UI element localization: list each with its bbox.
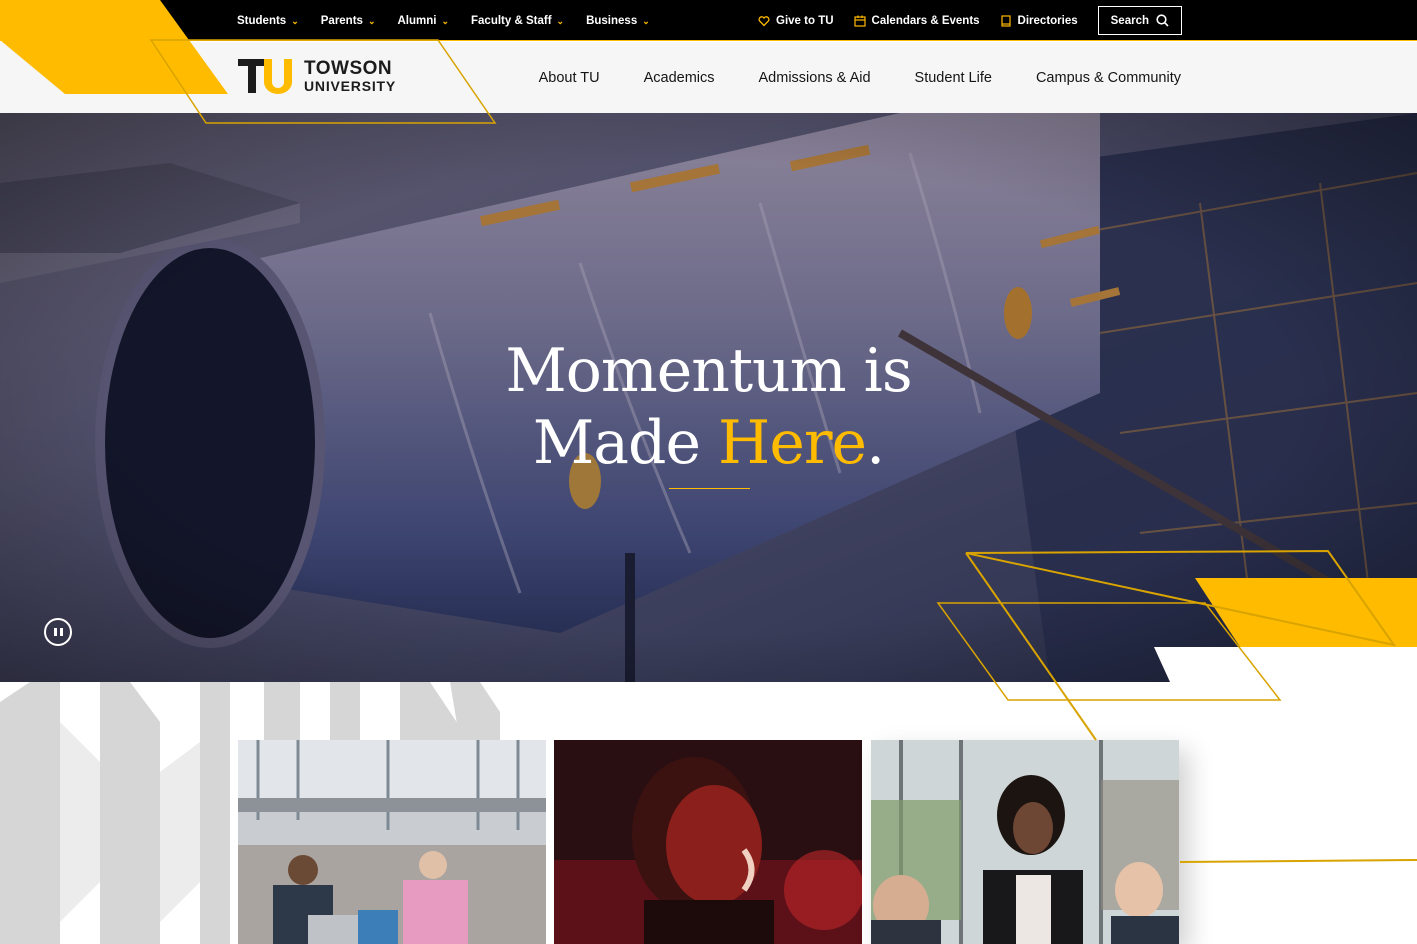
photo-card-student-laughing[interactable] (554, 740, 862, 944)
nav-campus-community[interactable]: Campus & Community (1036, 70, 1181, 86)
hero-headline-highlight: Here (718, 408, 867, 478)
pause-video-button[interactable] (44, 618, 72, 646)
chevron-down-icon: ⌄ (642, 16, 650, 26)
towson-logo[interactable]: TOWSON UNIVERSITY (238, 58, 396, 94)
homepage: Students ⌄ Parents ⌄ Alumni ⌄ Faculty & Sta… (0, 0, 1417, 944)
logo-line-1: TOWSON (304, 58, 393, 79)
utility-bar: Students ⌄ Parents ⌄ Alumni ⌄ Faculty & Sta… (0, 0, 1417, 41)
directories-link[interactable]: Directories (1000, 15, 1078, 27)
tu-logo-mark (238, 59, 292, 94)
audience-label: Business (586, 14, 638, 27)
hero-headline-line-1: Momentum is (505, 336, 912, 406)
chevron-down-icon: ⌄ (441, 16, 450, 26)
chevron-down-icon: ⌄ (291, 16, 299, 26)
audience-label: Students (237, 14, 287, 27)
utility-links: Give to TU Calendars & Events Directorie… (758, 0, 1182, 41)
student-laughing-photo (554, 740, 862, 944)
heart-icon (758, 15, 770, 26)
main-navigation: About TU Academics Admissions & Aid Stud… (0, 42, 1417, 113)
audience-alumni[interactable]: Alumni ⌄ (397, 15, 449, 27)
hero-headline-line-2: Made Here. (0, 407, 1417, 479)
audience-parents[interactable]: Parents ⌄ (321, 15, 376, 27)
main-nav-links: About TU Academics Admissions & Aid Stud… (539, 42, 1181, 113)
hero-headline: Momentum is Made Here. (0, 335, 1417, 479)
audience-menu: Students ⌄ Parents ⌄ Alumni ⌄ Faculty & Sta… (237, 0, 650, 41)
calendars-label: Calendars & Events (871, 14, 980, 27)
search-button[interactable]: Search (1097, 6, 1182, 35)
audience-label: Parents (320, 14, 363, 27)
search-label: Search (1110, 14, 1149, 27)
calendar-icon (853, 15, 866, 27)
audience-faculty-staff[interactable]: Faculty & Staff ⌄ (471, 15, 564, 27)
hero-video: Momentum is Made Here. (0, 113, 1417, 682)
students-studying-photo (238, 740, 546, 944)
audience-business[interactable]: Business ⌄ (586, 15, 650, 27)
search-icon (1156, 14, 1169, 27)
hero-headline-plain: Made (532, 408, 719, 478)
hero-headline-period: . (866, 408, 885, 478)
give-label: Give to TU (776, 14, 834, 27)
logo-wordmark: TOWSON UNIVERSITY (304, 59, 396, 93)
audience-label: Faculty & Staff (471, 14, 552, 27)
nav-student-life[interactable]: Student Life (915, 70, 992, 86)
chevron-down-icon: ⌄ (556, 16, 565, 26)
logo-line-2: UNIVERSITY (304, 78, 397, 94)
nav-about-tu[interactable]: About TU (539, 70, 600, 86)
chevron-down-icon: ⌄ (367, 16, 376, 26)
photo-card-students-group[interactable] (871, 740, 1179, 944)
photo-card-students-laptops[interactable] (238, 740, 546, 944)
directories-label: Directories (1017, 14, 1078, 27)
nav-admissions-aid[interactable]: Admissions & Aid (759, 70, 871, 86)
hero-divider (669, 488, 750, 489)
audience-label: Alumni (397, 14, 437, 27)
calendars-events-link[interactable]: Calendars & Events (853, 14, 980, 27)
audience-students[interactable]: Students ⌄ (237, 15, 299, 27)
book-icon (1000, 14, 1011, 27)
nav-academics[interactable]: Academics (644, 70, 715, 86)
students-group-photo (871, 740, 1179, 944)
give-to-tu-link[interactable]: Give to TU (758, 15, 834, 27)
